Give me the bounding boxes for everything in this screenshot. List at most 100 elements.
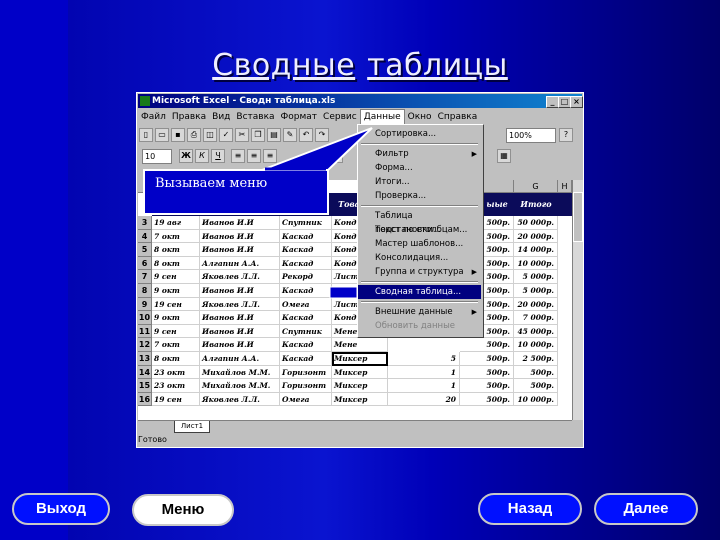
paste-icon[interactable]: ▤ bbox=[267, 128, 281, 142]
cell-total[interactable]: 10 000р. bbox=[514, 338, 558, 352]
menu-item-3[interactable]: Вставка bbox=[233, 110, 277, 125]
copy-icon[interactable]: ❐ bbox=[251, 128, 265, 142]
cell-total[interactable]: 20 000р. bbox=[514, 229, 558, 244]
col-header-h[interactable]: H bbox=[558, 180, 572, 193]
cell-qty[interactable]: 1 bbox=[388, 365, 460, 380]
row-header[interactable]: 10 bbox=[138, 311, 152, 325]
cell-total[interactable]: 50 000р. bbox=[514, 216, 558, 230]
help-icon[interactable]: ? bbox=[559, 128, 573, 142]
cell-total[interactable]: 45 000р. bbox=[514, 324, 558, 339]
cell-firm[interactable]: Спутник bbox=[280, 324, 332, 339]
spell-icon[interactable]: ✓ bbox=[219, 128, 233, 142]
cell-name[interactable]: Яковлев Л.Л. bbox=[200, 297, 280, 312]
cell-item[interactable]: Миксер bbox=[332, 352, 388, 366]
align-center-icon[interactable]: ≡ bbox=[247, 149, 261, 163]
row-header[interactable]: 11 bbox=[138, 324, 152, 339]
row-header[interactable]: 5 bbox=[138, 243, 152, 257]
exit-button[interactable]: Выход bbox=[12, 493, 110, 525]
cell-item[interactable]: Миксер bbox=[332, 392, 388, 407]
cell-date[interactable]: 7 окт bbox=[152, 338, 200, 352]
dropdown-item[interactable]: Мастер шаблонов... bbox=[358, 237, 481, 251]
dropdown-item[interactable]: Текст по столбцам... bbox=[358, 223, 481, 237]
cell-name[interactable]: Яковлев Л.Л. bbox=[200, 392, 280, 407]
redo-icon[interactable]: ↷ bbox=[315, 128, 329, 142]
col-header-g[interactable]: G bbox=[514, 180, 558, 193]
cell-date[interactable]: 8 окт bbox=[152, 352, 200, 366]
cell-date[interactable]: 9 окт bbox=[152, 311, 200, 325]
cell-firm[interactable]: Спутник bbox=[280, 216, 332, 230]
row-header[interactable]: 6 bbox=[138, 256, 152, 271]
borders-icon[interactable]: ▦ bbox=[497, 149, 511, 163]
cell-total[interactable]: 14 000р. bbox=[514, 243, 558, 257]
print-icon[interactable]: ⎙ bbox=[187, 128, 201, 142]
cell-name[interactable]: Иванов И.И bbox=[200, 338, 280, 352]
cell-total[interactable]: 500р. bbox=[514, 365, 558, 380]
cell-firm[interactable]: Омега bbox=[280, 392, 332, 407]
cell-firm[interactable]: Каскад bbox=[280, 311, 332, 325]
cell-qty[interactable]: 1 bbox=[388, 379, 460, 393]
dropdown-item[interactable]: Форма... bbox=[358, 161, 481, 175]
cell-firm[interactable]: Омега bbox=[280, 297, 332, 312]
dropdown-item[interactable]: Сводная таблица... bbox=[358, 285, 481, 299]
next-button[interactable]: Далее bbox=[594, 493, 698, 525]
cell-item[interactable]: Миксер bbox=[332, 365, 388, 380]
dropdown-item[interactable]: Таблица подстановки... bbox=[358, 209, 481, 235]
cell-date[interactable]: 23 окт bbox=[152, 379, 200, 393]
cell-date[interactable]: 8 окт bbox=[152, 243, 200, 257]
cell-date[interactable]: 7 окт bbox=[152, 229, 200, 244]
vertical-scrollbar[interactable] bbox=[572, 180, 583, 420]
menu-item-8[interactable]: Справка bbox=[435, 110, 481, 125]
back-button[interactable]: Назад bbox=[478, 493, 582, 525]
menu-item-4[interactable]: Формат bbox=[278, 110, 321, 125]
cell-date[interactable]: 23 окт bbox=[152, 365, 200, 380]
font-size-select[interactable]: 10 bbox=[142, 149, 172, 164]
cell-firm[interactable]: Каскад bbox=[280, 284, 332, 298]
row-header[interactable]: 8 bbox=[138, 284, 152, 298]
cell-firm[interactable]: Горизонт bbox=[280, 365, 332, 380]
cell-price[interactable]: 500р. bbox=[460, 392, 514, 407]
menu-item-5[interactable]: Сервис bbox=[320, 110, 360, 125]
dropdown-item[interactable]: Проверка... bbox=[358, 189, 481, 203]
dropdown-item[interactable]: Обновить данные bbox=[358, 319, 481, 333]
cell-price[interactable]: 500р. bbox=[460, 352, 514, 366]
menu-item-7[interactable]: Окно bbox=[405, 110, 435, 125]
cell-price[interactable]: 500р. bbox=[460, 379, 514, 393]
cell-name[interactable]: Яковлев Л.Л. bbox=[200, 270, 280, 284]
cell-name[interactable]: Алгапин А.А. bbox=[200, 352, 280, 366]
cell-date[interactable]: 19 авг bbox=[152, 216, 200, 230]
row-header[interactable]: 15 bbox=[138, 379, 152, 393]
cell-date[interactable]: 9 сен bbox=[152, 270, 200, 284]
scroll-thumb[interactable] bbox=[573, 192, 583, 242]
cell-name[interactable]: Михайлов М.М. bbox=[200, 379, 280, 393]
row-header[interactable]: 14 bbox=[138, 365, 152, 380]
cell-date[interactable]: 9 окт bbox=[152, 284, 200, 298]
align-left-icon[interactable]: ≡ bbox=[231, 149, 245, 163]
cell-total[interactable]: 7 000р. bbox=[514, 311, 558, 325]
underline-icon[interactable]: Ч bbox=[211, 149, 225, 163]
cut-icon[interactable]: ✂ bbox=[235, 128, 249, 142]
menu-button[interactable]: Меню bbox=[132, 494, 234, 526]
spreadsheet-grid[interactable]: G H Това ыые Итого 3 19 авг Иванов И.И Спут… bbox=[138, 180, 572, 420]
dropdown-item[interactable]: Фильтр ▶ bbox=[358, 147, 481, 161]
cell-total[interactable]: 10 000р. bbox=[514, 392, 558, 407]
menu-item-1[interactable]: Правка bbox=[169, 110, 209, 125]
cell-name[interactable]: Михайлов М.М. bbox=[200, 365, 280, 380]
cell-firm[interactable]: Каскад bbox=[280, 243, 332, 257]
preview-icon[interactable]: ◫ bbox=[203, 128, 217, 142]
row-header[interactable]: 13 bbox=[138, 352, 152, 366]
dropdown-item[interactable]: Внешние данные ▶ bbox=[358, 305, 481, 319]
row-header[interactable]: 16 bbox=[138, 392, 152, 407]
new-icon[interactable]: ▯ bbox=[139, 128, 153, 142]
cell-qty[interactable]: 20 bbox=[388, 392, 460, 407]
percent-icon[interactable]: % bbox=[329, 149, 343, 163]
cell-firm[interactable]: Каскад bbox=[280, 338, 332, 352]
cell-firm[interactable]: Каскад bbox=[280, 352, 332, 366]
cell-firm[interactable]: Каскад bbox=[280, 256, 332, 271]
cell-total[interactable]: 500р. bbox=[514, 379, 558, 393]
row-header[interactable]: 7 bbox=[138, 270, 152, 284]
undo-icon[interactable]: ↶ bbox=[299, 128, 313, 142]
cell-firm[interactable]: Горизонт bbox=[280, 379, 332, 393]
cell-name[interactable]: Алгапин А.А. bbox=[200, 256, 280, 271]
cell-date[interactable]: 8 окт bbox=[152, 256, 200, 271]
menu-item-2[interactable]: Вид bbox=[209, 110, 233, 125]
